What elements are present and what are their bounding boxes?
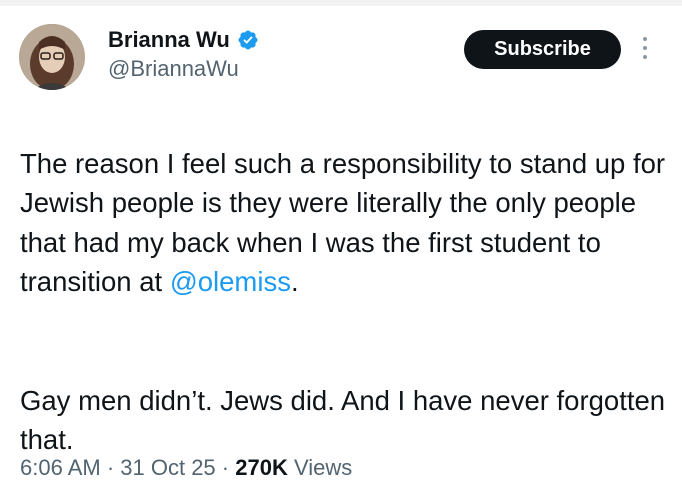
tweet-paragraph-1-end: . [290,266,299,297]
tweet-paragraph-1: The reason I feel such a responsibility … [20,144,670,302]
author-handle[interactable]: @BriannaWu [108,56,239,82]
views-count: 270K [235,455,288,480]
tweet-meta: 6:06 AM · 31 Oct 25 · 270K Views [20,454,352,482]
more-vertical-icon[interactable] [640,37,650,63]
top-divider [0,0,682,6]
tweet-paragraph-2: Gay men didn’t. Jews did. And I have nev… [20,384,666,456]
views-label: Views [287,455,353,480]
tweet-date[interactable]: 31 Oct 25 [120,455,215,480]
subscribe-button[interactable]: Subscribe [464,30,621,69]
verified-badge-icon [238,30,258,50]
mention-link[interactable]: @olemiss [170,266,291,297]
author-name[interactable]: Brianna Wu [108,27,230,53]
avatar[interactable] [19,24,85,90]
more-dot [643,46,647,50]
tweet-time[interactable]: 6:06 AM [20,455,101,480]
more-dot [643,37,647,41]
meta-separator: · [100,455,121,480]
author-name-row[interactable]: Brianna Wu [108,27,259,53]
meta-separator: · [215,455,236,480]
avatar-image [19,24,85,90]
tweet-paragraph-1-text: The reason I feel such a responsibility … [20,147,666,298]
more-dot [643,55,647,59]
tweet-text: The reason I feel such a responsibility … [20,104,670,499]
